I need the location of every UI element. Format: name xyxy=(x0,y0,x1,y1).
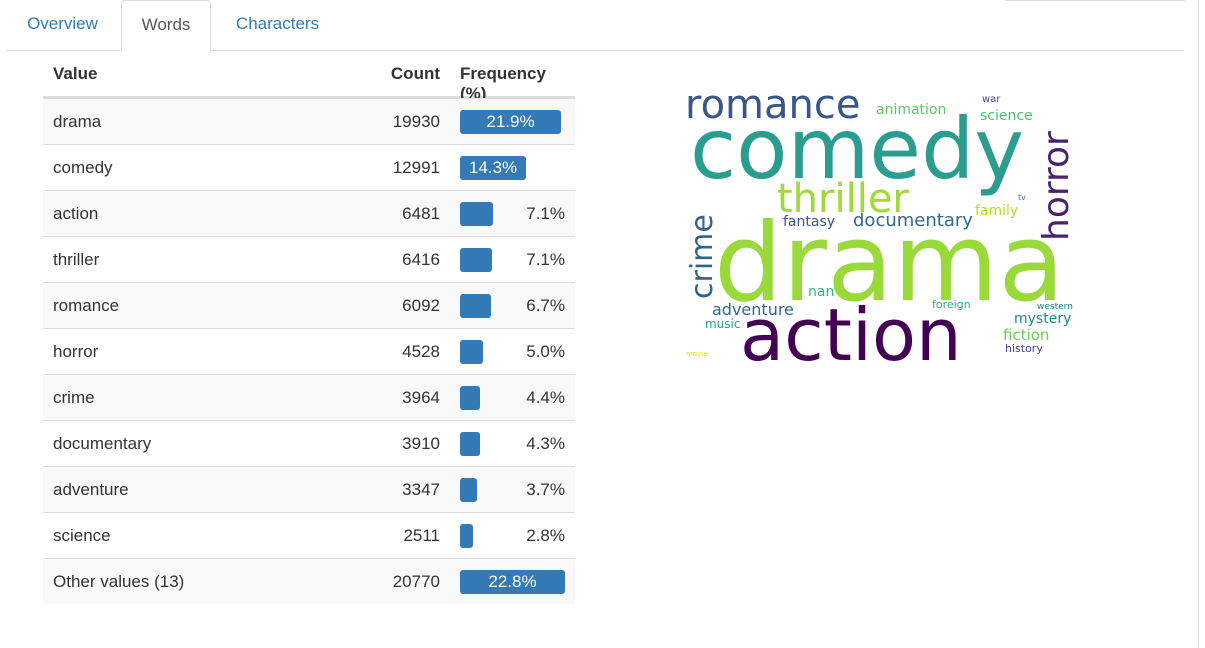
cloud-word: tv xyxy=(1018,193,1026,202)
row-count: 12991 xyxy=(392,158,440,177)
row-count: 2511 xyxy=(403,526,440,545)
table-row: documentary 3910 4.3% xyxy=(43,420,575,466)
frequency-bar xyxy=(460,478,477,502)
row-count: 20770 xyxy=(392,572,440,591)
cloud-word: music xyxy=(705,317,740,331)
cloud-word: mystery xyxy=(1014,311,1071,327)
word-cloud: drama comedy action romance thriller hor… xyxy=(680,80,1090,377)
row-value: comedy xyxy=(53,158,113,177)
row-count: 6416 xyxy=(402,250,440,269)
frequency-percent: 2.8% xyxy=(526,526,565,545)
cloud-word: horror xyxy=(1036,131,1077,241)
row-count: 4528 xyxy=(402,342,440,361)
cloud-word: fantasy xyxy=(783,214,835,230)
frequency-bar xyxy=(460,386,480,410)
frequency-bar xyxy=(460,202,493,226)
cloud-word: history xyxy=(1005,342,1043,355)
frequency-bar: 22.8% xyxy=(460,570,565,594)
tab-bar: Overview Words Characters xyxy=(6,0,1184,51)
header-count: Count xyxy=(390,64,440,83)
cloud-word: romance xyxy=(685,82,860,128)
word-cloud-svg: drama comedy action romance thriller hor… xyxy=(685,82,1077,377)
frequency-percent: 7.1% xyxy=(526,204,565,223)
cloud-word: war xyxy=(982,94,1001,105)
table-row: crime 3964 4.4% xyxy=(43,374,575,420)
table-row: romance 6092 6.7% xyxy=(43,282,575,328)
cloud-word: nan xyxy=(808,284,834,300)
cloud-word: animation xyxy=(876,102,946,118)
row-count: 3347 xyxy=(402,480,440,499)
frequency-bar xyxy=(460,294,491,318)
frequency-bar: 21.9% xyxy=(460,110,561,134)
right-border-line xyxy=(1198,0,1199,648)
row-value: horror xyxy=(53,342,99,361)
row-count: 3910 xyxy=(402,434,440,453)
cloud-word: crime xyxy=(685,214,720,299)
cloud-word: foreign xyxy=(932,298,971,311)
cloud-word: movie xyxy=(686,350,708,358)
frequency-table: Value Count Frequency (%) drama 19930 21.9… xyxy=(43,52,575,604)
row-value: drama xyxy=(53,112,102,131)
row-value: documentary xyxy=(53,434,152,453)
table-row: thriller 6416 7.1% xyxy=(43,236,575,282)
frequency-percent: 4.4% xyxy=(526,388,565,407)
frequency-percent: 7.1% xyxy=(526,250,565,269)
row-value: romance xyxy=(53,296,120,315)
frequency-bar xyxy=(460,248,492,272)
frequency-bar: 14.3% xyxy=(460,156,526,180)
table-row: comedy 12991 14.3% xyxy=(43,144,575,190)
table-row: adventure 3347 3.7% xyxy=(43,466,575,512)
tab-characters[interactable]: Characters xyxy=(215,0,340,50)
tab-overview[interactable]: Overview xyxy=(6,0,119,50)
cloud-word: family xyxy=(975,203,1018,219)
table-row: science 2511 2.8% xyxy=(43,512,575,558)
header-value: Value xyxy=(53,64,98,83)
frequency-bar xyxy=(460,340,483,364)
row-value: thriller xyxy=(53,250,100,269)
table-row: horror 4528 5.0% xyxy=(43,328,575,374)
row-count: 3964 xyxy=(402,388,440,407)
row-value: crime xyxy=(53,388,95,407)
table-row: action 6481 7.1% xyxy=(43,190,575,236)
table-header: Value Count Frequency (%) xyxy=(43,52,575,103)
row-count: 19930 xyxy=(392,112,440,131)
row-value: science xyxy=(53,526,111,545)
cloud-word: science xyxy=(980,108,1033,124)
cloud-word: documentary xyxy=(853,210,973,231)
frequency-percent: 5.0% xyxy=(526,342,565,361)
frequency-bar xyxy=(460,432,480,456)
frequency-percent: 3.7% xyxy=(526,480,565,499)
row-count: 6481 xyxy=(402,204,440,223)
frequency-percent: 6.7% xyxy=(526,296,565,315)
table-row: Other values (13) 20770 22.8% xyxy=(43,558,575,604)
table-body: drama 19930 21.9% comedy 12991 14.3% action 648… xyxy=(43,98,575,604)
table-row: drama 19930 21.9% xyxy=(43,98,575,144)
row-value: action xyxy=(53,204,99,223)
tab-words[interactable]: Words xyxy=(121,0,211,51)
frequency-bar xyxy=(460,524,473,548)
row-value: Other values (13) xyxy=(53,572,185,591)
frequency-percent: 4.3% xyxy=(526,434,565,453)
row-value: adventure xyxy=(53,480,129,499)
row-count: 6092 xyxy=(402,296,440,315)
